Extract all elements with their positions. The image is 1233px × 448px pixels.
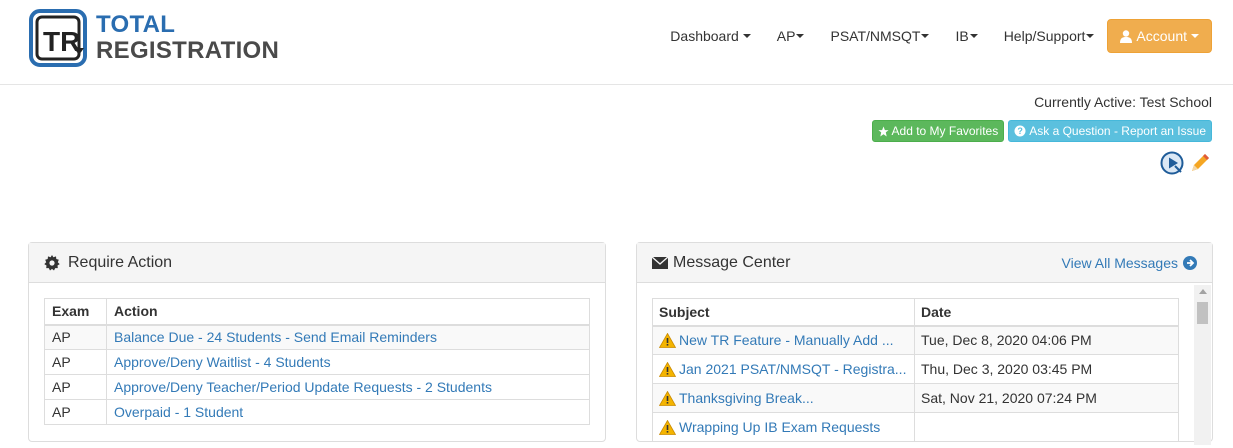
ask-question-button[interactable]: ? Ask a Question - Report an Issue [1008, 120, 1212, 142]
scroll-thumb[interactable] [1197, 302, 1208, 324]
message-table: Subject Date New TR Feature - Manually A… [652, 298, 1179, 442]
user-icon [1120, 29, 1133, 43]
require-action-heading: Require Action [29, 243, 605, 283]
nav-help-support[interactable]: Help/Support [1004, 28, 1095, 44]
account-button[interactable]: Account [1107, 19, 1212, 53]
svg-text:TR: TR [43, 26, 80, 57]
account-label: Account [1136, 28, 1187, 44]
view-all-label: View All Messages [1061, 254, 1178, 271]
brand-logo[interactable]: TR TOTAL REGISTRATION [28, 8, 279, 68]
table-row: Thanksgiving Break... Sat, Nov 21, 2020 … [652, 383, 1179, 413]
table-row: AP Approve/Deny Waitlist - 4 Students [44, 349, 590, 375]
brand-name: TOTAL REGISTRATION [96, 12, 279, 64]
action-link[interactable]: Approve/Deny Waitlist - 4 Students [114, 354, 331, 370]
gear-icon [44, 254, 60, 270]
caret-down-icon [796, 34, 805, 38]
view-all-messages-link[interactable]: View All Messages [1062, 255, 1197, 271]
currently-active-school: Currently Active: Test School [1034, 94, 1212, 110]
add-favorites-button[interactable]: Add to My Favorites [871, 120, 1005, 142]
add-favorites-label: Add to My Favorites [891, 124, 999, 138]
quick-actions: Add to My Favorites ? Ask a Question - R… [868, 120, 1212, 142]
message-center-heading: Message Center View All Messages [637, 243, 1212, 283]
exam-cell: AP [44, 324, 107, 350]
warning-icon [659, 332, 676, 348]
warning-icon [659, 419, 676, 435]
pencil-icon[interactable] [1188, 151, 1212, 175]
action-cell: Balance Due - 24 Students - Send Email R… [106, 324, 590, 350]
require-action-panel: Require Action Exam Action AP Balance Du… [28, 242, 606, 442]
col-date: Date [914, 298, 1179, 327]
caret-down-icon [742, 34, 751, 38]
table-header-row: Subject Date [652, 298, 1179, 327]
page-tools [1156, 151, 1212, 175]
message-table-viewport: Subject Date New TR Feature - Manually A… [652, 298, 1181, 448]
brand-line1: TOTAL [96, 11, 176, 38]
col-subject: Subject [652, 298, 915, 327]
nav-ib[interactable]: IB [955, 28, 978, 44]
message-center-panel: Message Center View All Messages Subject… [636, 242, 1213, 445]
subject-cell: Jan 2021 PSAT/NMSQT - Registra... [652, 354, 915, 384]
scroll-up-icon[interactable] [1199, 289, 1207, 294]
subject-cell: Thanksgiving Break... [652, 383, 915, 413]
action-cell: Approve/Deny Teacher/Period Update Reque… [106, 374, 590, 400]
caret-down-icon [1086, 34, 1095, 38]
envelope-icon [652, 256, 668, 269]
question-circle-icon: ? [1014, 125, 1026, 137]
table-row: Jan 2021 PSAT/NMSQT - Registra... Thu, D… [652, 354, 1179, 384]
arrow-circle-right-icon [1183, 255, 1197, 270]
table-header-row: Exam Action [44, 298, 590, 326]
nav-ap[interactable]: AP [777, 28, 805, 44]
require-action-table: Exam Action AP Balance Due - 24 Students… [44, 298, 590, 425]
nav-ib-label: IB [955, 28, 969, 44]
brand-line2: REGISTRATION [96, 37, 280, 64]
logo-mark: TR [28, 8, 90, 68]
nav-dashboard[interactable]: Dashboard [670, 28, 751, 44]
ask-question-label: Ask a Question - Report an Issue [1029, 124, 1206, 138]
subject-cell: New TR Feature - Manually Add ... [652, 325, 915, 355]
table-row: New TR Feature - Manually Add ... Tue, D… [652, 325, 1179, 355]
nav-dashboard-label: Dashboard [670, 28, 739, 44]
exam-cell: AP [44, 374, 107, 400]
col-action: Action [106, 298, 590, 326]
date-cell [914, 412, 1179, 442]
date-cell: Thu, Dec 3, 2020 03:45 PM [914, 354, 1179, 384]
main-nav: Dashboard AP PSAT/NMSQT IB Help/Support … [670, 19, 1212, 53]
top-navbar: TR TOTAL REGISTRATION Dashboard AP PSAT/… [0, 0, 1233, 85]
caret-down-icon [921, 34, 930, 38]
subject-cell: Wrapping Up IB Exam Requests [652, 412, 915, 442]
action-link[interactable]: Approve/Deny Teacher/Period Update Reque… [114, 379, 492, 395]
table-row: AP Balance Due - 24 Students - Send Emai… [44, 324, 590, 350]
message-link[interactable]: Wrapping Up IB Exam Requests [679, 419, 880, 435]
warning-icon [659, 390, 676, 406]
play-help-icon[interactable] [1160, 151, 1184, 175]
table-row: Wrapping Up IB Exam Requests [652, 412, 1179, 442]
message-link[interactable]: New TR Feature - Manually Add ... [679, 332, 894, 348]
caret-down-icon [1191, 34, 1199, 38]
caret-down-icon [969, 34, 978, 38]
table-row: AP Approve/Deny Teacher/Period Update Re… [44, 374, 590, 400]
message-link[interactable]: Jan 2021 PSAT/NMSQT - Registra... [679, 361, 906, 377]
message-link[interactable]: Thanksgiving Break... [679, 390, 814, 406]
require-action-title: Require Action [68, 253, 173, 271]
exam-cell: AP [44, 349, 107, 375]
action-link[interactable]: Balance Due - 24 Students - Send Email R… [114, 329, 437, 345]
star-icon [877, 125, 889, 137]
action-cell: Approve/Deny Waitlist - 4 Students [106, 349, 590, 375]
nav-help-label: Help/Support [1003, 28, 1086, 44]
nav-psat-label: PSAT/NMSQT [830, 28, 921, 44]
message-center-title: Message Center [673, 253, 791, 271]
nav-ap-label: AP [776, 28, 796, 44]
message-scrollbar[interactable] [1194, 285, 1211, 445]
col-exam: Exam [44, 298, 107, 326]
date-cell: Sat, Nov 21, 2020 07:24 PM [914, 383, 1179, 413]
date-cell: Tue, Dec 8, 2020 04:06 PM [914, 325, 1179, 355]
nav-psat[interactable]: PSAT/NMSQT [830, 28, 930, 44]
svg-text:?: ? [1018, 126, 1024, 136]
warning-icon [659, 361, 676, 377]
action-link[interactable]: Overpaid - 1 Student [114, 404, 243, 420]
